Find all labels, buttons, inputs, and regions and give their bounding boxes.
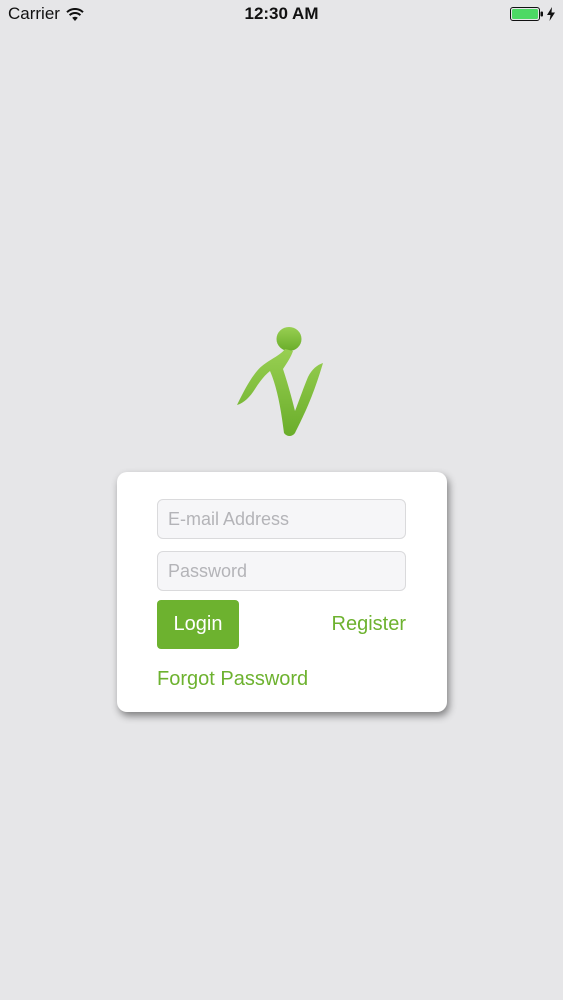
register-link[interactable]: Register <box>332 613 406 636</box>
status-right <box>510 6 555 21</box>
email-field[interactable] <box>157 499 406 539</box>
status-time: 12:30 AM <box>244 4 319 23</box>
forgot-password-link[interactable]: Forgot Password <box>157 668 308 691</box>
status-bar: Carrier 12:30 AM <box>0 0 563 30</box>
bolt-icon <box>547 6 555 21</box>
password-field[interactable] <box>157 551 406 591</box>
brand-logo-icon <box>235 325 327 443</box>
login-button[interactable]: Login <box>157 600 239 649</box>
battery-icon <box>510 6 544 21</box>
login-card: Login Register Forgot Password <box>117 472 447 712</box>
